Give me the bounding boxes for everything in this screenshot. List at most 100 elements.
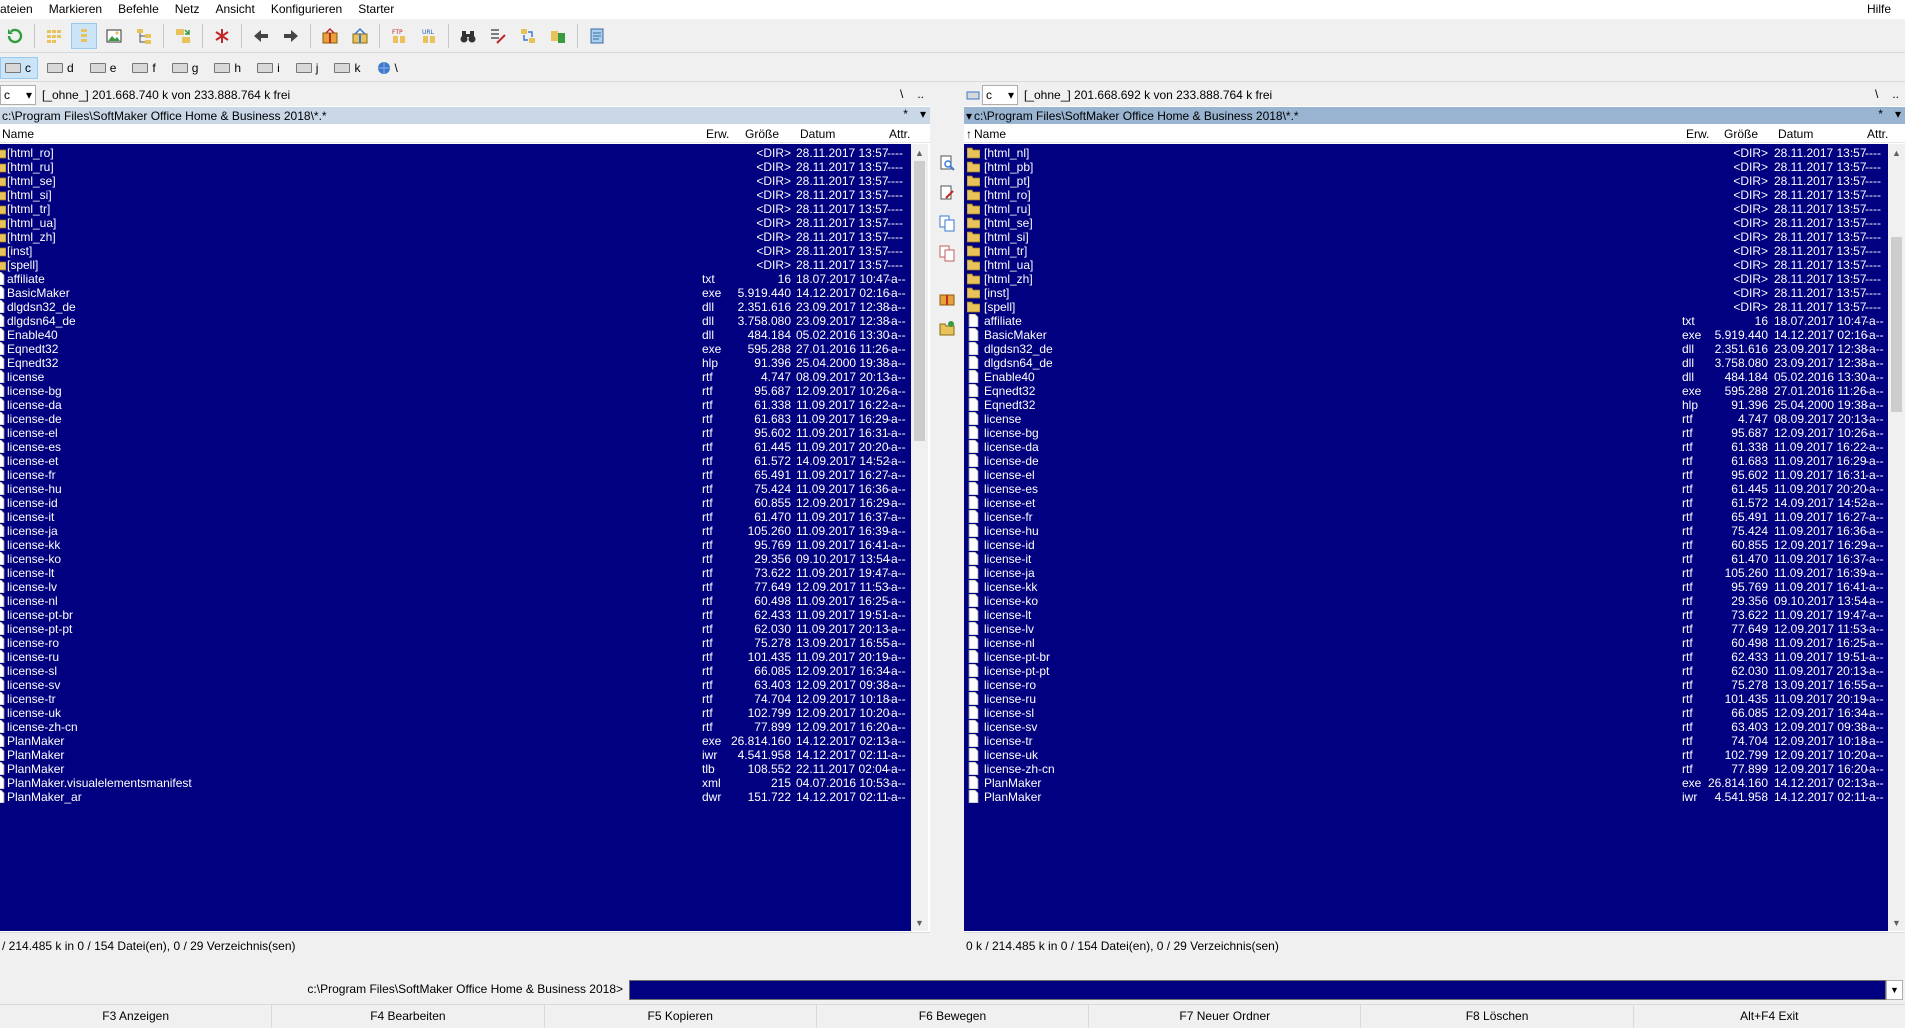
scrollbar-thumb[interactable] — [914, 161, 925, 441]
select-files-button[interactable] — [209, 23, 235, 49]
file-size: 4.541.958 — [1714, 790, 1768, 804]
move-file-button[interactable] — [938, 244, 956, 262]
thumbnail-view-button[interactable] — [101, 23, 127, 49]
drive-label: f — [152, 60, 156, 75]
right-scrollbar[interactable]: ▲ ▼ — [1888, 144, 1905, 931]
alt-f4-exit-button[interactable]: Alt+F4 Exit — [1634, 1005, 1905, 1028]
right-up-button[interactable]: .. — [1892, 87, 1899, 101]
left-up-button[interactable]: .. — [917, 87, 924, 101]
ftp-icon: FTP — [392, 29, 405, 43]
copy-file-button[interactable] — [938, 214, 956, 232]
column-ext[interactable]: Erw. — [1686, 127, 1709, 141]
left-file-list[interactable]: [html_ro] <DIR> 28.11.2017 13:57 ---- [html_… — [0, 144, 911, 931]
menu-markieren[interactable]: Markieren — [41, 0, 110, 19]
right-root-button[interactable]: \ — [1875, 87, 1878, 101]
search-button[interactable] — [455, 23, 481, 49]
invert-selection-button[interactable] — [170, 23, 196, 49]
unpack-button[interactable] — [347, 23, 373, 49]
sync-dirs-button[interactable] — [515, 23, 541, 49]
f8-delete-button[interactable]: F8 Löschen — [1361, 1005, 1634, 1028]
drive-c-button[interactable]: c — [0, 56, 38, 79]
url-download-button[interactable]: URL — [416, 23, 442, 49]
file-attr: -a-- — [1865, 790, 1884, 804]
column-attr[interactable]: Attr. — [1867, 127, 1888, 141]
compare-button[interactable] — [545, 23, 571, 49]
notepad-icon — [590, 28, 604, 43]
scroll-down-icon[interactable]: ▼ — [1888, 914, 1905, 931]
tree-view-button[interactable] — [131, 23, 157, 49]
pack-button[interactable] — [317, 23, 343, 49]
function-key-bar: F3 Anzeigen F4 Bearbeiten F5 Kopieren F6… — [0, 1004, 1905, 1028]
column-ext[interactable]: Erw. — [706, 127, 729, 141]
ftp-connect-button[interactable]: FTP — [386, 23, 412, 49]
pack-files-button[interactable] — [938, 289, 956, 307]
left-drive-select[interactable]: c ▾ — [0, 85, 36, 105]
network-icon — [378, 61, 391, 74]
notepad-button[interactable] — [584, 23, 610, 49]
menu-netz[interactable]: Netz — [167, 0, 208, 19]
menu-starter[interactable]: Starter — [350, 0, 402, 19]
network-drive-button[interactable]: \ — [371, 57, 404, 79]
column-name[interactable]: Name — [2, 127, 34, 141]
multi-rename-button[interactable] — [485, 23, 511, 49]
scroll-up-icon[interactable]: ▲ — [911, 144, 928, 161]
drive-g-button[interactable]: g — [167, 57, 206, 79]
menu-konfigurieren[interactable]: Konfigurieren — [263, 0, 350, 19]
f5-copy-button[interactable]: F5 Kopieren — [545, 1005, 817, 1028]
drive-f-button[interactable]: f — [127, 57, 162, 79]
back-button[interactable] — [248, 23, 274, 49]
drive-label: d — [67, 60, 74, 75]
left-path-bar[interactable]: c:\Program Files\SoftMaker Office Home &… — [0, 107, 930, 124]
f3-view-button[interactable]: F3 Anzeigen — [0, 1005, 273, 1028]
column-date[interactable]: Datum — [800, 127, 835, 141]
brief-view-button[interactable] — [41, 23, 67, 49]
left-root-button[interactable]: \ — [900, 87, 903, 101]
menu-ansicht[interactable]: Ansicht — [207, 0, 262, 19]
f6-move-button[interactable]: F6 Bewegen — [817, 1005, 1090, 1028]
scrollbar-thumb[interactable] — [1891, 237, 1902, 412]
drive-j-button[interactable]: j — [291, 57, 326, 79]
new-folder-button[interactable] — [938, 319, 956, 337]
right-path-bar[interactable]: ▾ c:\Program Files\SoftMaker Office Home… — [964, 107, 1905, 124]
full-view-button[interactable] — [71, 22, 97, 49]
column-attr[interactable]: Attr. — [889, 127, 910, 141]
move-icon — [939, 245, 955, 262]
left-scrollbar[interactable]: ▲ ▼ — [911, 144, 928, 931]
refresh-button[interactable] — [2, 23, 28, 49]
column-size[interactable]: Größe — [1724, 127, 1758, 141]
drive-label: i — [277, 60, 280, 75]
menu-befehle[interactable]: Befehle — [110, 0, 167, 19]
right-drive-select[interactable]: c ▾ — [982, 85, 1018, 105]
edit-file-button[interactable] — [938, 184, 956, 202]
f4-edit-button[interactable]: F4 Bearbeiten — [272, 1005, 545, 1028]
drive-d-button[interactable]: d — [42, 57, 81, 79]
menu-dateien[interactable]: ateien — [0, 0, 41, 19]
left-history-button[interactable]: * — [903, 107, 908, 121]
right-history-button[interactable]: * — [1878, 107, 1883, 121]
column-size[interactable]: Größe — [745, 127, 779, 141]
chevron-down-icon[interactable]: ▾ — [920, 107, 926, 121]
menu-hilfe[interactable]: Hilfe — [1859, 0, 1899, 19]
file-row[interactable]: PlanMaker iwr 4.541.958 14.12.2017 02:11 -a-… — [964, 788, 1888, 805]
drive-label: e — [109, 60, 117, 75]
column-date[interactable]: Datum — [1778, 127, 1813, 141]
f7-new-folder-button[interactable]: F7 Neuer Ordner — [1089, 1005, 1362, 1028]
new-folder-icon — [939, 321, 955, 336]
compare-icon — [551, 30, 565, 43]
view-file-button[interactable] — [938, 154, 956, 172]
arrow-left-icon — [254, 29, 268, 42]
right-file-list[interactable]: [html_nl] <DIR> 28.11.2017 13:57 ---- [html_… — [964, 144, 1888, 931]
column-name[interactable]: Name — [974, 127, 1006, 141]
file-row[interactable]: PlanMaker_ar dwr 151.722 14.12.2017 02:11 -a… — [0, 788, 911, 805]
drive-e-button[interactable]: e — [85, 57, 124, 79]
command-line-input[interactable] — [629, 980, 1886, 1000]
chevron-down-icon[interactable]: ▼ — [1886, 980, 1903, 1000]
scroll-down-icon[interactable]: ▼ — [911, 914, 928, 931]
drive-k-button[interactable]: k — [329, 57, 367, 79]
drive-h-button[interactable]: h — [209, 57, 248, 79]
left-drive-select-value: c — [4, 88, 10, 102]
drive-i-button[interactable]: i — [252, 57, 287, 79]
scroll-up-icon[interactable]: ▲ — [1888, 144, 1905, 161]
chevron-down-icon[interactable]: ▾ — [1895, 107, 1901, 121]
forward-button[interactable] — [278, 23, 304, 49]
